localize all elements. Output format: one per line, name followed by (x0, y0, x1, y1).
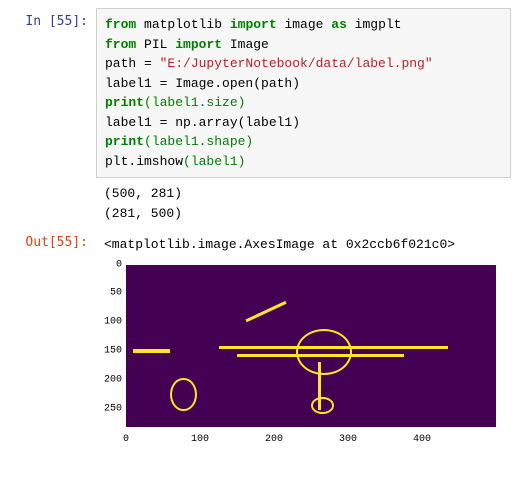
ytick-label: 150 (96, 345, 122, 356)
input-prompt: In [55]: (8, 8, 96, 29)
mask-shape (170, 378, 196, 411)
code-text: label1 = np.array(label1) (105, 115, 300, 130)
xtick-label: 400 (413, 434, 431, 445)
kw-import: import (230, 17, 277, 32)
code-text: plt.imshow (105, 154, 183, 169)
input-cell: In [55]: from matplotlib import image as… (8, 8, 511, 178)
ytick-label: 50 (96, 288, 122, 299)
plot-axes: 0 50 100 150 200 250 0 100 200 300 400 (96, 265, 496, 445)
ytick-label: 250 (96, 403, 122, 414)
code-text: PIL (136, 37, 175, 52)
kw-import: import (175, 37, 222, 52)
xtick-label: 200 (265, 434, 283, 445)
ytick-label: 0 (96, 259, 122, 270)
empty-prompt (8, 178, 96, 184)
ytick-label: 100 (96, 317, 122, 328)
code-editor[interactable]: from matplotlib import image as imgplt f… (96, 8, 511, 178)
builtin-print: print (105, 134, 144, 149)
code-text: (label1.size) (144, 95, 245, 110)
plot-output: 0 50 100 150 200 250 0 100 200 300 400 (96, 265, 511, 445)
code-text: (label1) (183, 154, 245, 169)
stdout-cell: (500, 281) (281, 500) (8, 178, 511, 229)
mask-shape (246, 301, 287, 322)
string-literal: "E:/JupyterNotebook/data/label.png" (160, 56, 433, 71)
code-text: (label1.shape) (144, 134, 253, 149)
builtin-print: print (105, 95, 144, 110)
stdout-text: (500, 281) (281, 500) (96, 178, 511, 229)
plot-image (126, 265, 496, 427)
xtick-label: 300 (339, 434, 357, 445)
output-prompt: Out[55]: (8, 229, 96, 250)
code-text: matplotlib (136, 17, 230, 32)
xtick-label: 0 (123, 434, 129, 445)
output-repr: <matplotlib.image.AxesImage at 0x2ccb6f0… (96, 229, 511, 261)
code-text: Image (222, 37, 269, 52)
output-cell: Out[55]: <matplotlib.image.AxesImage at … (8, 229, 511, 261)
code-text: path = (105, 56, 160, 71)
code-text: image (277, 17, 332, 32)
ytick-label: 200 (96, 374, 122, 385)
kw-as: as (331, 17, 347, 32)
kw-from: from (105, 37, 136, 52)
xtick-label: 100 (191, 434, 209, 445)
mask-shape (133, 349, 170, 353)
mask-shape (296, 329, 352, 375)
code-text: imgplt (347, 17, 402, 32)
kw-from: from (105, 17, 136, 32)
code-text: label1 = Image.open(path) (105, 76, 300, 91)
mask-shape (311, 397, 334, 414)
